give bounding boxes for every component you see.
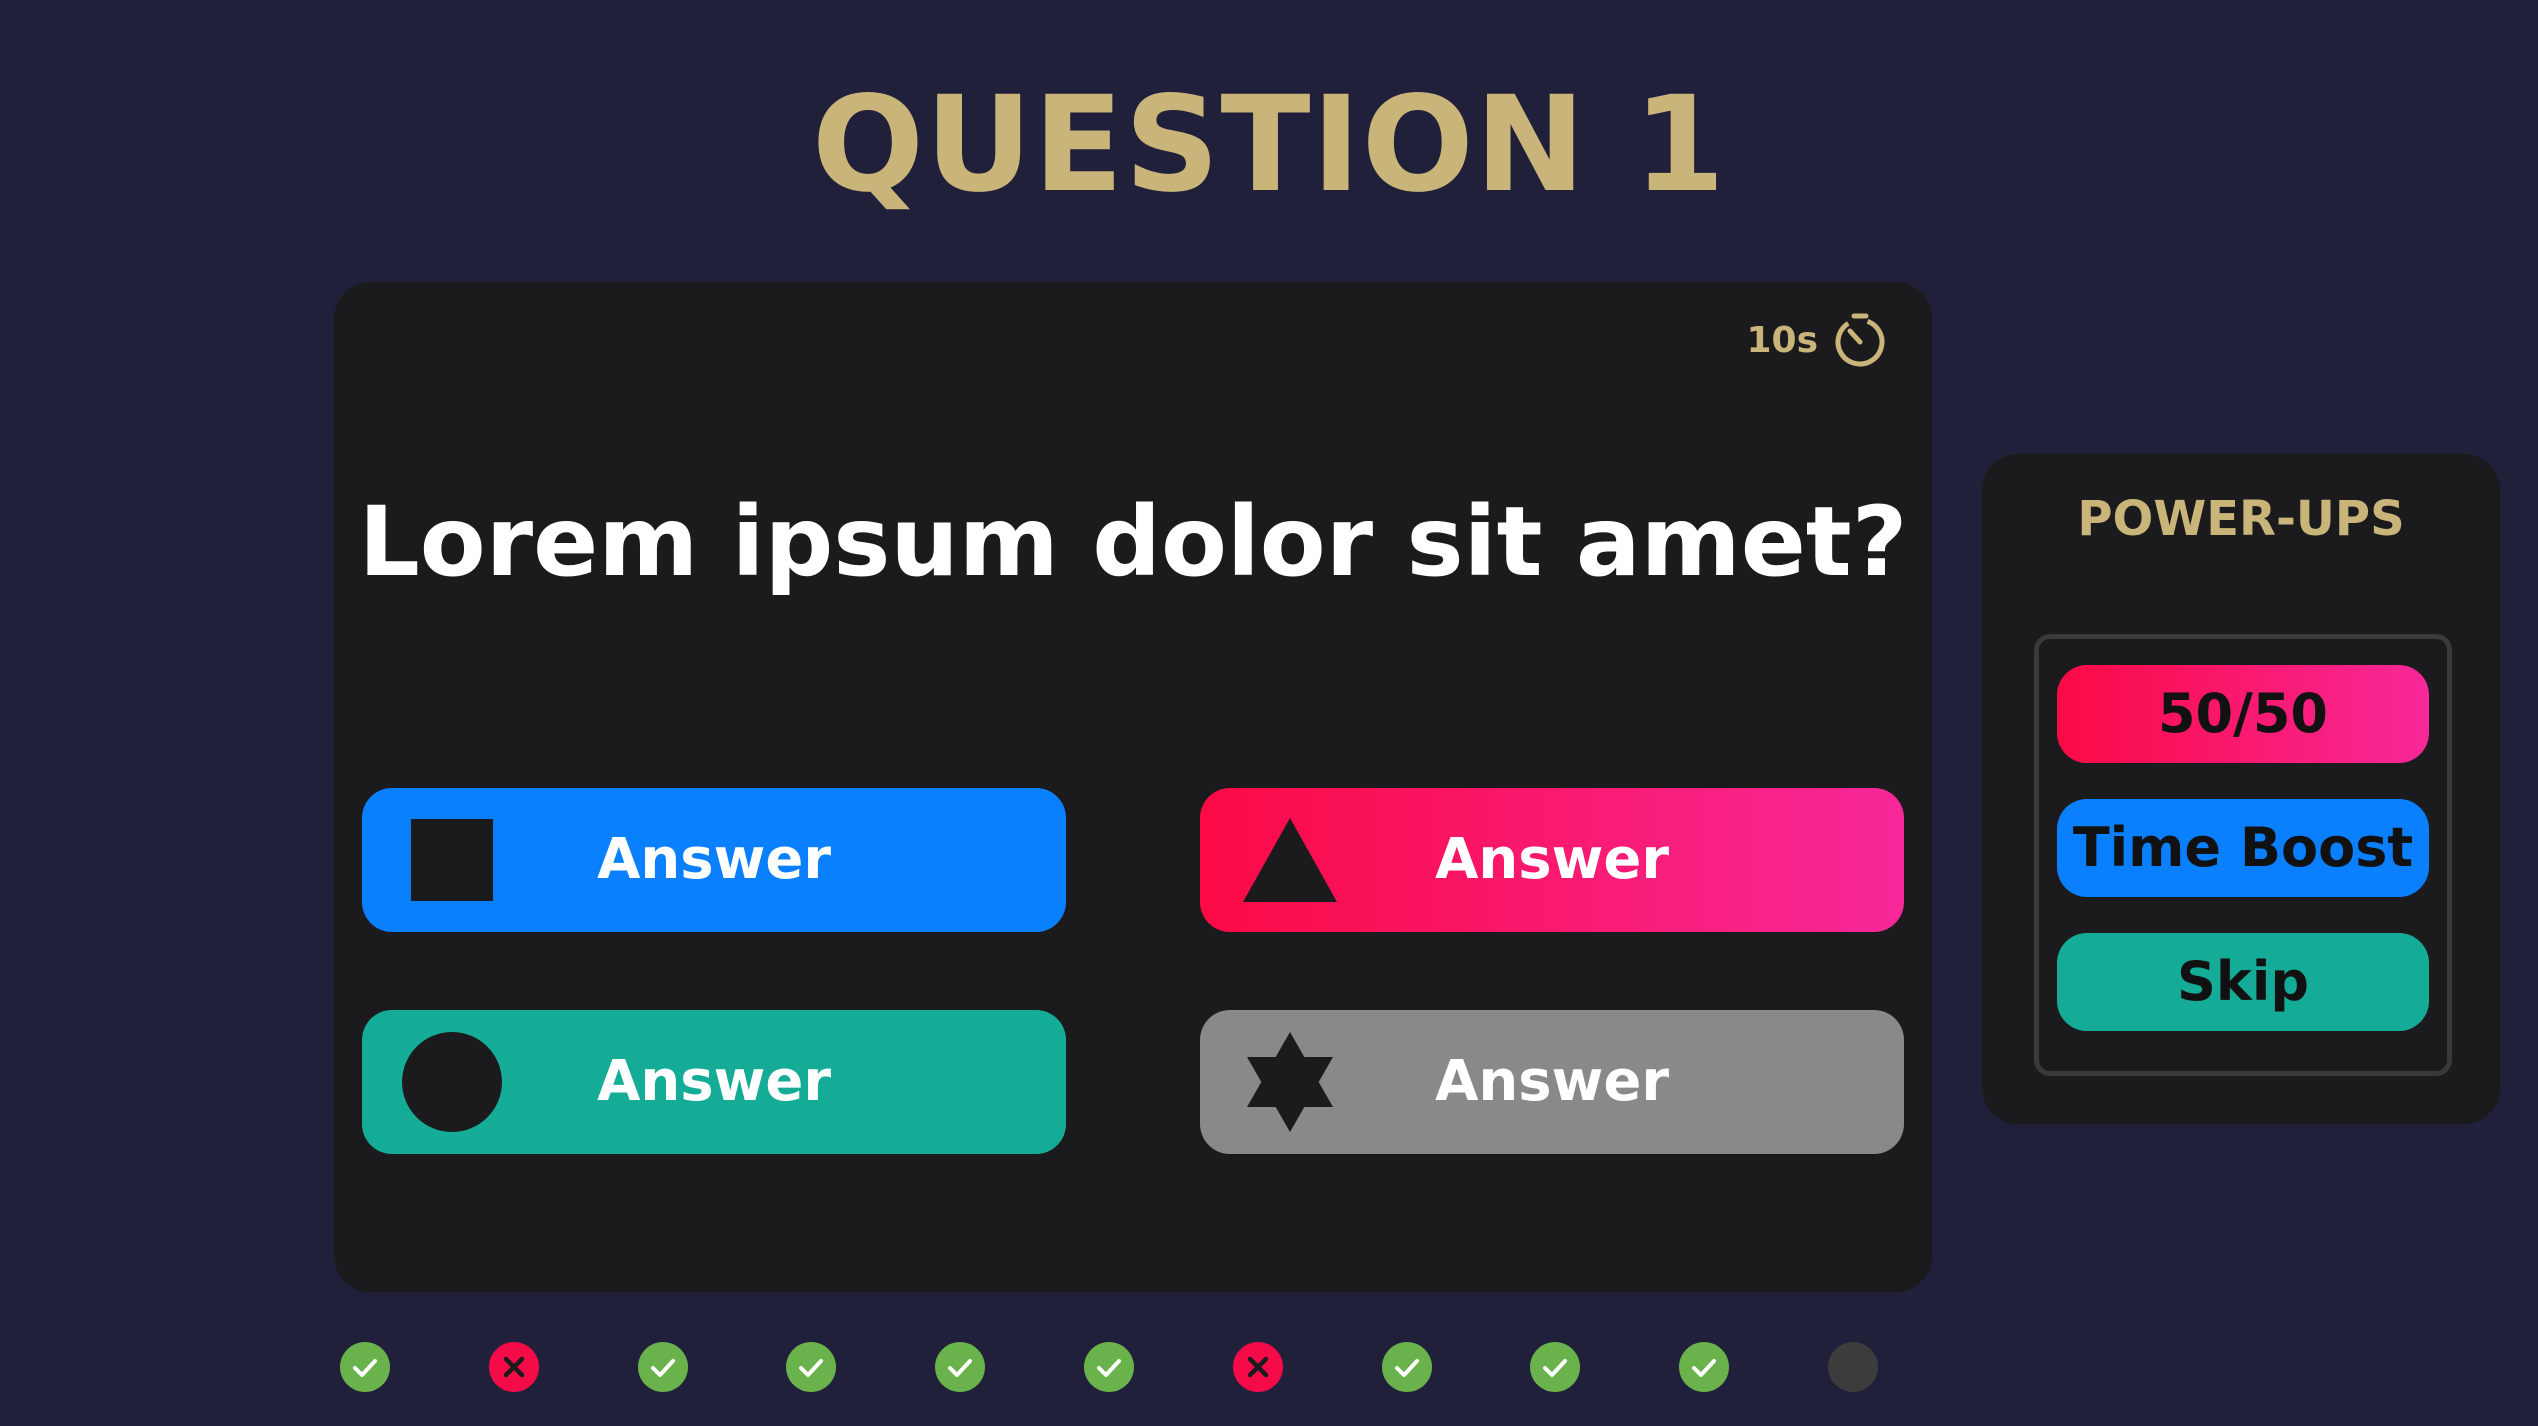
check-icon [1097, 1359, 1121, 1377]
answer-label: Answer [1435, 827, 1669, 892]
stopwatch-icon [1832, 312, 1888, 368]
check-icon [1692, 1359, 1717, 1377]
check-icon [650, 1359, 675, 1377]
answer-label: Answer [597, 1049, 831, 1114]
check-icon [353, 1359, 377, 1377]
timer: 10s [1746, 310, 1888, 370]
timer-text: 10s [1746, 319, 1818, 361]
answer-label: Answer [597, 827, 831, 892]
check-icon [1543, 1359, 1568, 1377]
progress-dot-correct [1381, 1342, 1432, 1392]
skip-button[interactable]: Skip [2057, 933, 2429, 1031]
powerups-list: 50/50 Time Boost Skip [2034, 634, 2452, 1076]
answer-button-triangle[interactable]: Answer [1200, 788, 1904, 932]
progress-dot-correct [1679, 1342, 1730, 1392]
progress-tracker [0, 1342, 2538, 1392]
progress-dot-correct [935, 1342, 986, 1392]
powerups-panel: POWER-UPS 50/50 Time Boost Skip [1982, 454, 2500, 1124]
cross-icon [503, 1356, 525, 1378]
progress-dot-correct [637, 1342, 688, 1392]
powerups-title: POWER-UPS [2077, 491, 2405, 547]
time-boost-button[interactable]: Time Boost [2057, 799, 2429, 897]
progress-dot-wrong [1232, 1342, 1283, 1392]
check-icon [1394, 1359, 1419, 1377]
question-text: Lorem ipsum dolor sit amet? [358, 486, 1908, 598]
progress-dot-correct [1530, 1342, 1581, 1392]
question-card: 10s Lorem ipsum dolor sit amet? Answer A… [334, 282, 1932, 1292]
answer-button-star[interactable]: Answer [1200, 1010, 1904, 1154]
cross-icon [1247, 1356, 1269, 1378]
check-icon [799, 1359, 824, 1377]
progress-dot-correct [1084, 1342, 1134, 1392]
question-title: QUESTION 1 [811, 68, 1727, 222]
progress-dot-correct [340, 1342, 390, 1392]
fifty-fifty-button[interactable]: 50/50 [2057, 665, 2429, 763]
progress-dot-correct [786, 1342, 837, 1392]
answer-button-square[interactable]: Answer [362, 788, 1066, 932]
progress-dot-pending [1828, 1342, 1878, 1392]
answer-label: Answer [1435, 1049, 1669, 1114]
check-icon [948, 1359, 973, 1377]
progress-dot-wrong [488, 1342, 539, 1392]
answer-button-circle[interactable]: Answer [362, 1010, 1066, 1154]
